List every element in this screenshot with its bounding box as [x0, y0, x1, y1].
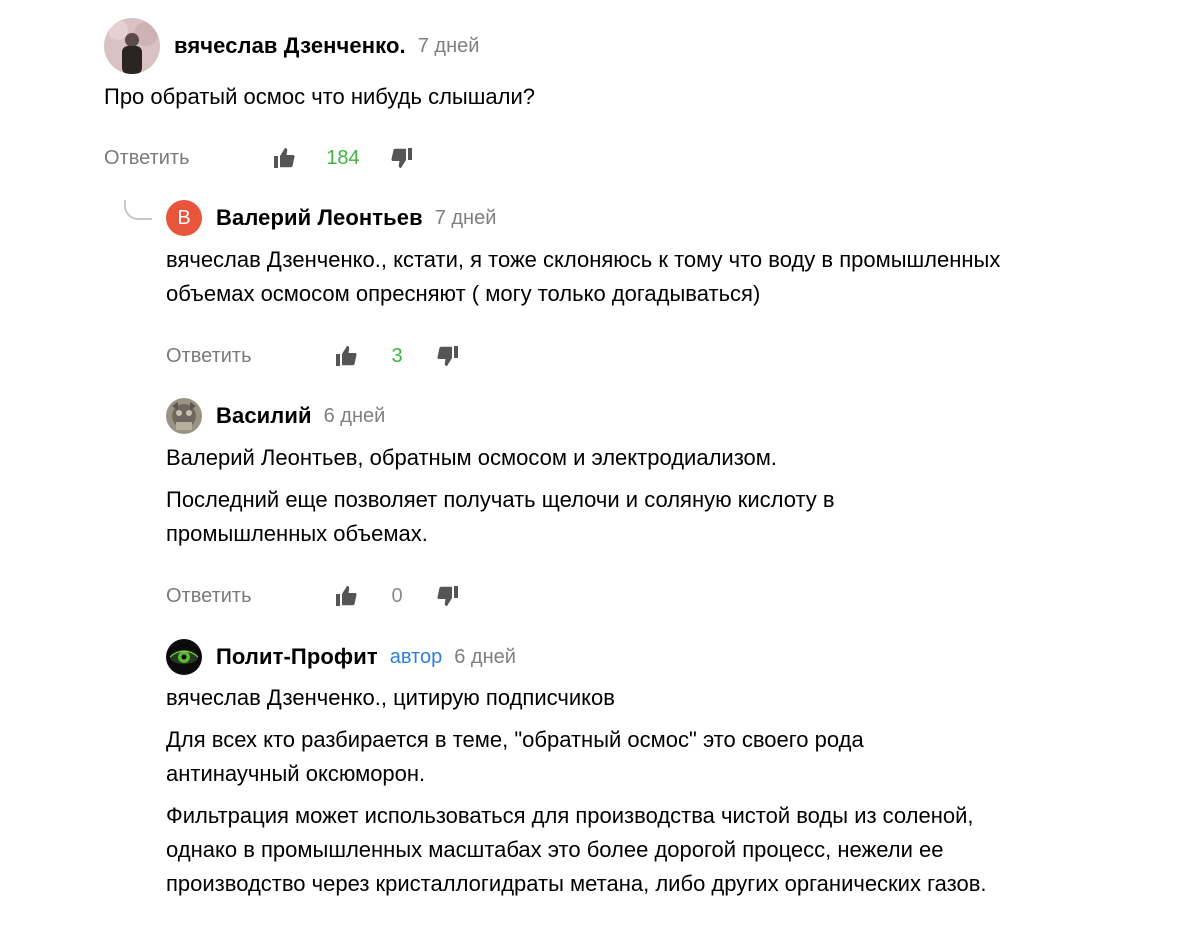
comment-date: 6 дней — [323, 404, 386, 427]
comment-paragraph: вячеслав Дзенченко., кстати, я тоже скло… — [166, 247, 1001, 306]
comment-text: Про обратый осмос что нибудь слышали? — [104, 80, 1004, 122]
author-name[interactable]: Василий — [216, 403, 312, 429]
comment-paragraph: Про обратый осмос что нибудь слышали? — [104, 84, 535, 109]
comment-header: вячеслав Дзенченко. 7 дней — [104, 16, 479, 76]
comment-paragraph: Валерий Леонтьев, обратным осмосом и эле… — [166, 445, 778, 470]
comment-paragraph: Для всех кто разбирается в теме, "обратн… — [166, 727, 864, 786]
thumbs-up-icon[interactable] — [332, 342, 360, 370]
user-photo-icon[interactable] — [104, 18, 160, 74]
comment-paragraph: Последний еще позволяет получать щелочи … — [166, 487, 835, 546]
reply-button[interactable]: Ответить — [104, 147, 270, 170]
reply-button[interactable]: Ответить — [166, 585, 332, 608]
comment-text: вячеслав Дзенченко., цитирую подписчиков… — [166, 681, 1046, 909]
reply-thread-line — [124, 200, 152, 220]
reply-button[interactable]: Ответить — [166, 345, 332, 368]
comment-paragraph: вячеслав Дзенченко., цитирую подписчиков — [166, 685, 615, 710]
thumbs-up-icon[interactable] — [270, 144, 298, 172]
comment-date: 7 дней — [417, 34, 480, 57]
thumbs-down-icon[interactable] — [388, 144, 416, 172]
author-badge: автор — [389, 645, 443, 668]
comment-header: Полит-Профит автор 6 дней — [166, 627, 516, 687]
comment-header: Василий 6 дней — [166, 386, 385, 446]
eye-logo-icon[interactable] — [166, 639, 202, 675]
comment-actions: Ответить 184 — [104, 138, 416, 178]
comment-text: вячеслав Дзенченко., кстати, я тоже скло… — [166, 243, 1046, 319]
thumbs-down-icon[interactable] — [434, 342, 462, 370]
comment-date: 6 дней — [454, 645, 516, 668]
author-name[interactable]: Полит-Профит — [216, 644, 378, 670]
comment-paragraph: Фильтрация может использоваться для прои… — [166, 803, 987, 896]
comment-actions: Ответить 0 — [166, 576, 462, 616]
like-count: 3 — [391, 344, 403, 367]
author-name[interactable]: вячеслав Дзенченко. — [174, 33, 406, 59]
thumbs-down-icon[interactable] — [434, 582, 462, 610]
thumbs-up-icon[interactable] — [332, 582, 360, 610]
author-name[interactable]: Валерий Леонтьев — [216, 205, 423, 231]
comment-header: В Валерий Леонтьев 7 дней — [166, 188, 496, 248]
comment-text: Валерий Леонтьев, обратным осмосом и эле… — [166, 441, 1046, 559]
like-count: 184 — [326, 146, 360, 169]
comments-thread: вячеслав Дзенченко. 7 дней Про обратый о… — [0, 0, 1200, 932]
comment-actions: Ответить 3 — [166, 336, 462, 376]
like-count: 0 — [391, 584, 403, 607]
letter-avatar[interactable]: В — [166, 200, 202, 236]
cat-photo-icon[interactable] — [166, 398, 202, 434]
comment-date: 7 дней — [434, 206, 497, 229]
